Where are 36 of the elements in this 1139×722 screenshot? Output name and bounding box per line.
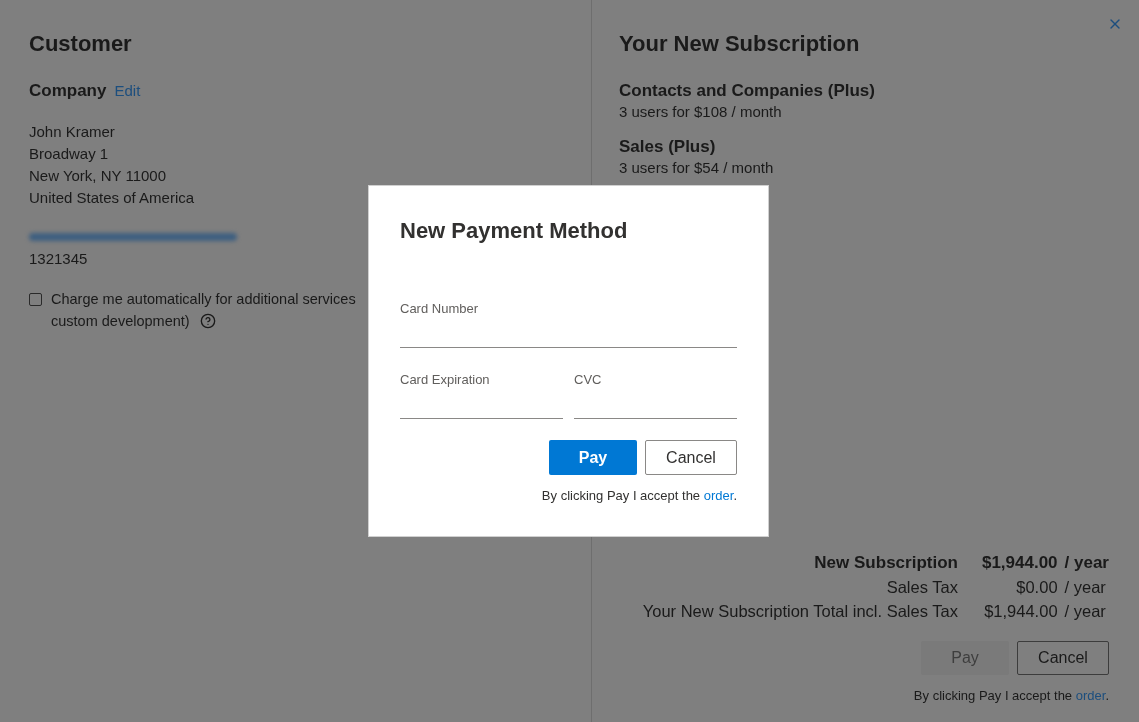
summary-period: / year [1063,552,1109,574]
summary-amount: $1,944.00 [980,552,1058,574]
address-line: John Kramer [29,122,115,142]
checkbox-label: Charge me automatically for additional services [51,290,356,309]
address-line: New York, NY 11000 [29,166,167,186]
section-title: Your New Subscription [619,30,860,58]
cancel-button[interactable]: Cancel [1017,641,1109,675]
field-label: Card Expiration [400,371,490,389]
phone-number: 1321345 [29,249,88,269]
order-link[interactable]: order [703,488,734,503]
summary-label: Sales Tax [885,577,958,598]
pay-button[interactable]: Pay [549,440,637,475]
summary-amount: $1,944.00 [983,601,1058,622]
terms-text: By clicking Pay I accept the order. [541,487,737,505]
address-line: United States of America [29,188,195,208]
product-detail: 3 users for $54 / month [619,158,774,178]
summary-label: Your New Subscription Total incl. Sales Tax [642,601,958,622]
order-link[interactable]: order [1075,688,1106,703]
field-label: Card Number [400,300,479,318]
cancel-button[interactable]: Cancel [645,440,737,475]
section-title: Customer [29,30,132,58]
checkbox-label: custom development) [51,312,190,331]
summary-amount: $0.00 [1015,577,1058,598]
address-line: Broadway 1 [29,144,109,164]
dialog-title: New Payment Method [400,217,628,245]
checkbox[interactable] [29,293,42,306]
summary-period: / year [1063,577,1107,598]
terms-text: By clicking Pay I accept the order. [913,687,1109,705]
help-icon[interactable] [199,313,216,329]
section-subtitle: Company [29,80,107,102]
summary-period: / year [1063,601,1107,622]
field-label: CVC [574,371,602,389]
product-name: Sales (Plus) [619,136,716,158]
summary-label: New Subscription [813,552,958,574]
product-name: Contacts and Companies (Plus) [619,80,875,102]
product-detail: 3 users for $108 / month [619,102,782,122]
